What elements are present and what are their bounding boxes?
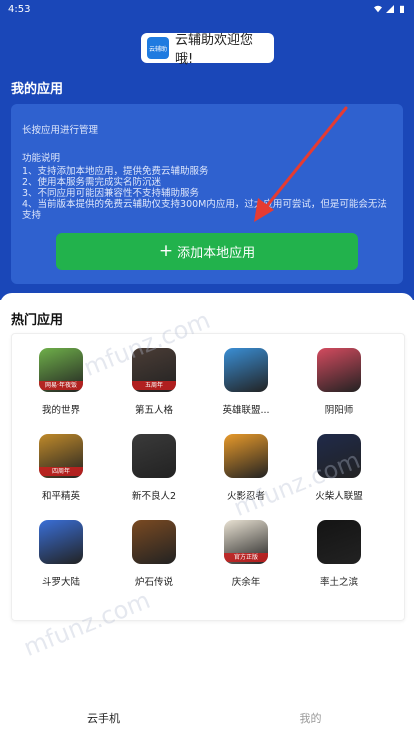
feature-item: 2、使用本服务需完成实名防沉迷	[22, 177, 162, 188]
app-item[interactable]: 斗罗大陆	[16, 520, 106, 588]
features-list: 1、支持添加本地应用，提供免费云辅助服务 2、使用本服务需完成实名防沉迷 3、不…	[22, 166, 392, 221]
app-item[interactable]: 炉石传说	[109, 520, 199, 588]
header-panel: 4:53 云辅助 云辅助欢迎您哦! 我的应用 长按应用进行管理 功能说明 1、支…	[0, 0, 414, 300]
plus-icon: +	[158, 241, 174, 261]
status-bar: 4:53	[0, 0, 414, 18]
feature-item: 4、当前版本提供的免费云辅助仅支持300M内应用，过大应用可尝试，但是可能会无法…	[22, 199, 387, 221]
app-item[interactable]: 四周年 和平精英	[16, 434, 106, 502]
app-name: 炉石传说	[134, 577, 173, 588]
app-name: 斗罗大陆	[41, 577, 80, 588]
app-badge: 五周年	[132, 381, 176, 390]
tab-cloud-phone[interactable]: 云手机	[0, 700, 207, 736]
app-item[interactable]: 网易·年夜饭 我的世界	[16, 348, 106, 416]
app-item[interactable]: 火影忍者	[201, 434, 291, 502]
app-badge: 官方正版	[224, 553, 268, 562]
app-icon	[39, 520, 83, 564]
app-badge: 网易·年夜饭	[39, 381, 83, 390]
welcome-banner: 云辅助 云辅助欢迎您哦!	[141, 33, 274, 67]
app-icon	[132, 434, 176, 478]
app-icon	[317, 434, 361, 478]
tab-mine[interactable]: 我的	[207, 700, 414, 736]
hot-apps-title: 热门应用	[11, 313, 64, 328]
app-name: 第五人格	[134, 405, 173, 416]
app-name: 我的世界	[41, 405, 80, 416]
app-icon: 四周年	[39, 434, 83, 478]
app-name: 阴阳师	[324, 405, 354, 416]
app-item[interactable]: 官方正版 庆余年	[201, 520, 291, 588]
status-time: 4:53	[8, 3, 31, 15]
welcome-text: 云辅助欢迎您哦!	[175, 33, 254, 67]
app-item[interactable]: 火柴人联盟	[294, 434, 384, 502]
hot-apps-sheet: 热门应用 网易·年夜饭 我的世界 五周年 第五人格 英雄联盟... 阴阳师 四周年 和平精英新…	[0, 293, 414, 736]
wifi-icon	[374, 5, 382, 13]
app-badge: 四周年	[39, 467, 83, 476]
app-icon	[224, 348, 268, 392]
app-item[interactable]: 新不良人2	[109, 434, 199, 502]
manage-hint: 长按应用进行管理	[22, 125, 99, 136]
app-item[interactable]: 英雄联盟...	[201, 348, 291, 416]
app-name: 和平精英	[41, 491, 80, 502]
app-item[interactable]: 率土之滨	[294, 520, 384, 588]
my-apps-title: 我的应用	[11, 82, 64, 97]
features-title: 功能说明	[22, 153, 61, 164]
battery-icon	[400, 5, 404, 13]
signal-icon	[386, 5, 394, 13]
app-name: 庆余年	[231, 577, 261, 588]
app-icon	[317, 520, 361, 564]
bottom-tab-bar: 云手机 我的	[0, 700, 414, 736]
app-icon	[224, 434, 268, 478]
app-icon: 网易·年夜饭	[39, 348, 83, 392]
add-local-app-label: 添加本地应用	[177, 246, 256, 261]
app-name: 新不良人2	[131, 491, 177, 502]
hot-apps-grid: 网易·年夜饭 我的世界 五周年 第五人格 英雄联盟... 阴阳师 四周年 和平精英 新不良人2 火…	[11, 333, 405, 621]
app-item[interactable]: 五周年 第五人格	[109, 348, 199, 416]
feature-item: 1、支持添加本地应用，提供免费云辅助服务	[22, 166, 209, 177]
app-logo: 云辅助	[147, 37, 169, 59]
app-icon: 五周年	[132, 348, 176, 392]
app-icon: 官方正版	[224, 520, 268, 564]
app-name: 火柴人联盟	[315, 491, 363, 502]
app-name: 火影忍者	[226, 491, 265, 502]
app-icon	[132, 520, 176, 564]
app-name: 率土之滨	[319, 577, 358, 588]
add-local-app-button[interactable]: + 添加本地应用	[56, 233, 358, 270]
feature-item: 3、不同应用可能因兼容性不支持辅助服务	[22, 188, 200, 199]
app-name: 英雄联盟...	[222, 405, 270, 416]
app-icon	[317, 348, 361, 392]
app-item[interactable]: 阴阳师	[294, 348, 384, 416]
